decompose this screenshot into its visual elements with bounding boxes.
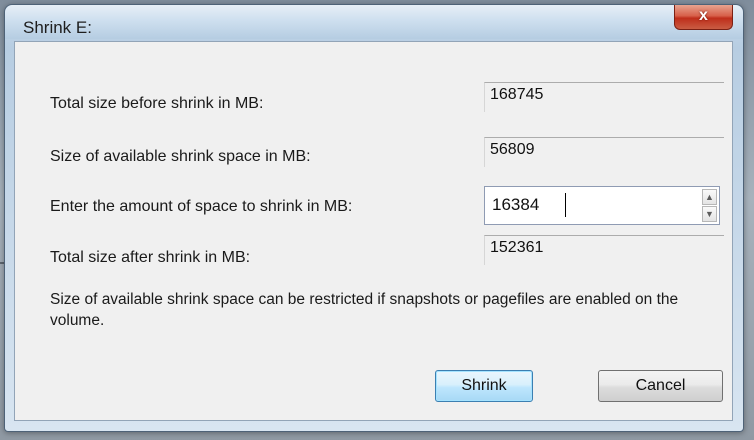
total-after-value: 152361	[484, 235, 724, 265]
spin-down-button[interactable]: ▼	[702, 206, 717, 222]
spin-up-icon: ▲	[705, 192, 714, 202]
restriction-note: Size of available shrink space can be re…	[50, 291, 679, 329]
shrink-amount-value[interactable]: 16384	[492, 195, 539, 215]
total-before-value: 168745	[484, 82, 724, 112]
spin-down-icon: ▼	[705, 209, 714, 219]
dialog-content: Total size before shrink in MB: 168745 S…	[14, 41, 733, 421]
total-after-label: Total size after shrink in MB:	[50, 249, 251, 266]
available-space-value: 56809	[484, 137, 724, 167]
shrink-dialog: Shrink E: x Total size before shrink in …	[4, 4, 744, 432]
text-caret	[565, 193, 566, 217]
shrink-button[interactable]: Shrink	[435, 370, 533, 402]
close-icon: x	[699, 7, 708, 24]
spin-up-button[interactable]: ▲	[702, 189, 717, 205]
shrink-amount-input[interactable]: 16384 ▲ ▼	[484, 186, 720, 225]
title-bar[interactable]: Shrink E: x	[5, 5, 743, 39]
shrink-amount-label: Enter the amount of space to shrink in M…	[50, 198, 353, 215]
close-button[interactable]: x	[674, 5, 733, 30]
available-space-label: Size of available shrink space in MB:	[50, 148, 311, 165]
cancel-button[interactable]: Cancel	[598, 370, 723, 402]
total-before-label: Total size before shrink in MB:	[50, 95, 264, 112]
dialog-title: Shrink E:	[23, 18, 92, 37]
